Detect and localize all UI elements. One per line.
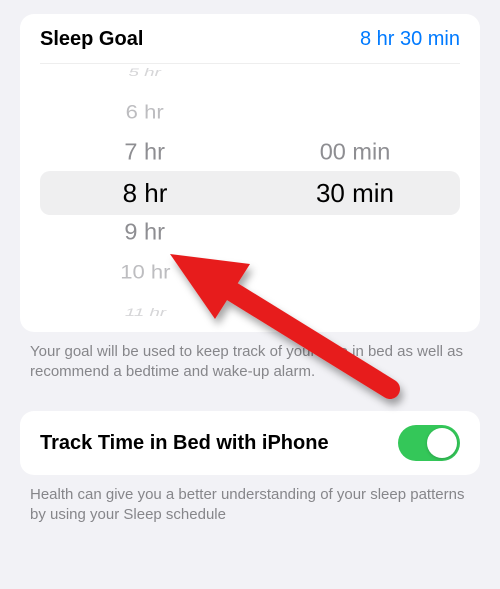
track-time-title: Track Time in Bed with iPhone xyxy=(40,431,329,455)
hours-option[interactable]: 7 hr xyxy=(125,134,166,172)
duration-picker[interactable]: 5 hr 6 hr 7 hr 8 hr 9 hr 10 hr 11 hr 00 … xyxy=(40,68,460,318)
sleep-goal-value[interactable]: 8 hr 30 min xyxy=(360,28,460,51)
track-time-card: Track Time in Bed with iPhone xyxy=(20,411,480,475)
minutes-option-selected[interactable]: 30 min xyxy=(316,173,394,213)
sleep-goal-caption: Your goal will be used to keep track of … xyxy=(30,342,470,383)
hours-option-selected[interactable]: 8 hr xyxy=(123,173,168,213)
track-time-toggle[interactable] xyxy=(398,425,460,461)
minutes-wheel[interactable]: 00 min 30 min . xyxy=(250,68,460,318)
track-time-caption: Health can give you a better understandi… xyxy=(30,485,470,526)
hours-option[interactable]: 6 hr xyxy=(126,97,164,129)
sleep-goal-card: Sleep Goal 8 hr 30 min 5 hr 6 hr 7 hr 8 … xyxy=(20,14,480,332)
sleep-goal-header: Sleep Goal 8 hr 30 min xyxy=(40,28,460,64)
toggle-knob xyxy=(427,428,457,458)
hours-wheel[interactable]: 5 hr 6 hr 7 hr 8 hr 9 hr 10 hr 11 hr xyxy=(40,68,250,318)
sleep-goal-title: Sleep Goal xyxy=(40,28,143,51)
hours-option[interactable]: 10 hr xyxy=(120,257,170,289)
hours-option[interactable]: 5 hr xyxy=(129,68,161,82)
hours-option[interactable]: 9 hr xyxy=(125,214,166,252)
hours-option[interactable]: 11 hr xyxy=(124,304,165,318)
minutes-option[interactable]: 00 min xyxy=(320,134,391,172)
